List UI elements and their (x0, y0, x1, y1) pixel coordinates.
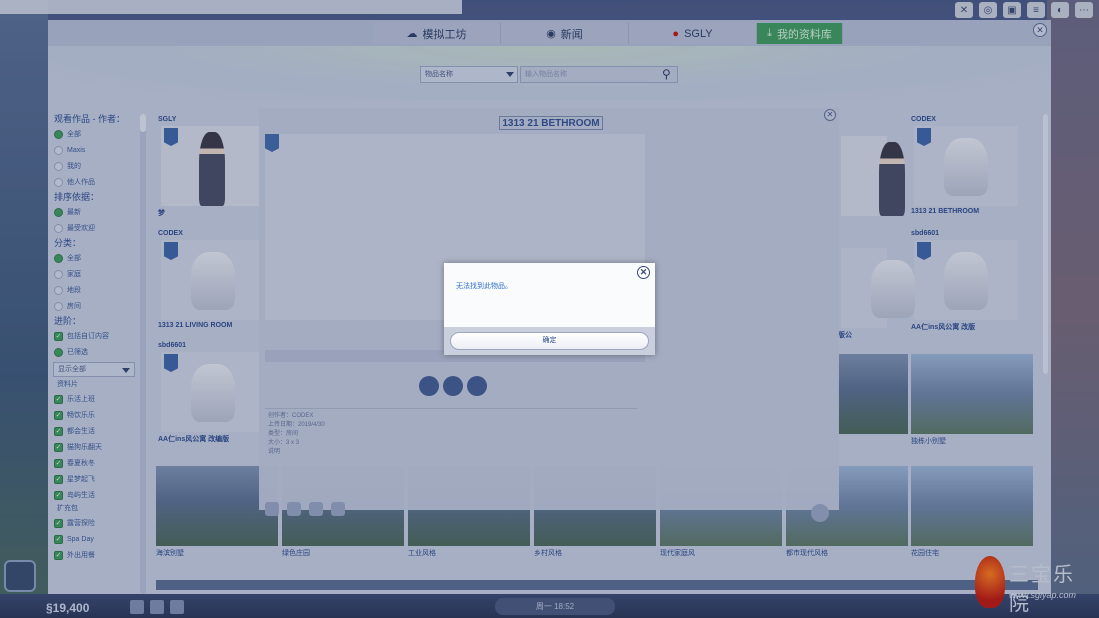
dialog-footer: 确定 (444, 327, 655, 355)
alert-dialog: ✕ 无法找到此物品。 确定 (444, 263, 655, 355)
dialog-message: 无法找到此物品。 (456, 283, 512, 290)
dialog-close-icon[interactable]: ✕ (637, 266, 650, 279)
ok-button[interactable]: 确定 (450, 332, 649, 350)
